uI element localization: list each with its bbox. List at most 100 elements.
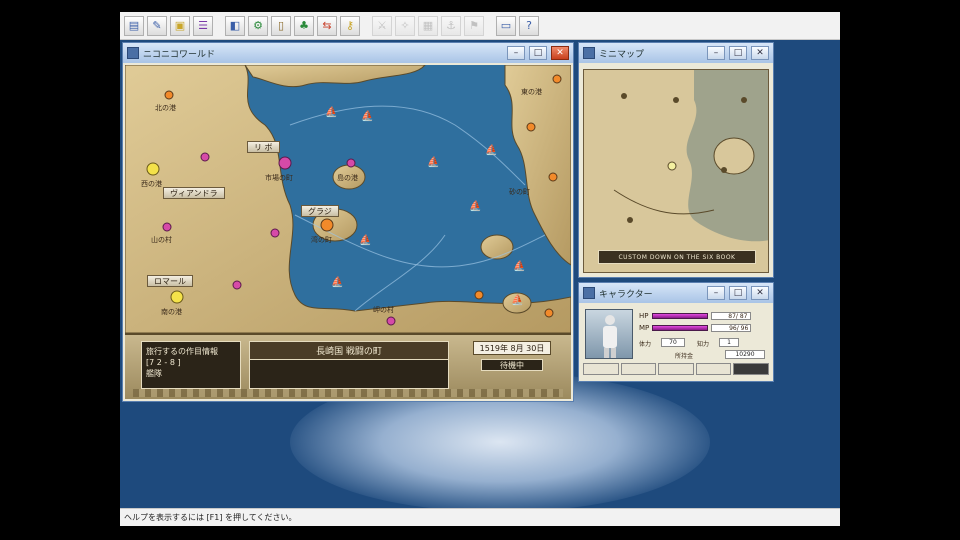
- ship-icon[interactable]: ⛵: [427, 157, 439, 168]
- minimize-button[interactable]: –: [707, 286, 725, 300]
- tree-icon: ♣: [299, 19, 309, 32]
- help-button[interactable]: ?: [519, 15, 539, 36]
- minimize-button[interactable]: –: [507, 46, 525, 60]
- hp-label: HP: [639, 311, 649, 320]
- save-button[interactable]: ◧: [225, 15, 245, 36]
- world-map[interactable]: 北の港 西の港 市場の町 山の村 南の港 東の港 湾の町 島の港 岬の村 砂の町…: [125, 65, 571, 333]
- ship-icon[interactable]: ⛵: [469, 201, 481, 212]
- window-title: ミニマップ: [599, 49, 645, 60]
- minimize-button[interactable]: –: [707, 46, 725, 60]
- character-tab[interactable]: [695, 363, 732, 375]
- character-portrait[interactable]: [585, 309, 633, 359]
- maximize-button[interactable]: □: [729, 46, 747, 60]
- exchange-button[interactable]: ⇆: [317, 15, 337, 36]
- island: [480, 234, 514, 260]
- window-icon: [583, 47, 595, 59]
- ship-icon[interactable]: ⛵: [331, 277, 343, 288]
- city-label: 山の村: [151, 236, 172, 244]
- page-button[interactable]: ▤: [124, 15, 144, 36]
- city-marker: [526, 122, 536, 132]
- help-icon: ?: [526, 19, 532, 32]
- mini-map-window: ミニマップ – □ ✕ CUSTOM DOWN ON THE SIX BOOK: [578, 42, 774, 278]
- tree-button[interactable]: ♣: [294, 15, 314, 36]
- fleet-status: 待機中: [481, 359, 543, 371]
- character-tab[interactable]: [733, 363, 769, 375]
- hp-row: HP 87/ 87: [639, 311, 751, 320]
- map-icon: ▦: [422, 19, 434, 32]
- character-tab[interactable]: [620, 363, 657, 375]
- maximize-button[interactable]: □: [729, 286, 747, 300]
- ship-icon[interactable]: ⛵: [485, 145, 497, 156]
- flag-icon: ⚑: [469, 19, 479, 32]
- close-button[interactable]: ✕: [751, 46, 769, 60]
- city-marker: [270, 228, 280, 238]
- ship-icon[interactable]: ⛵: [513, 261, 525, 272]
- world-map-window: ニコニコワールド – □ ✕ 北の港 西の港 市場の町 山の村 南の港 東の港 …: [122, 42, 574, 402]
- anchor-icon: ⚓: [446, 19, 456, 32]
- character-tab[interactable]: [583, 363, 619, 375]
- ship-icon[interactable]: ⛵: [511, 295, 523, 306]
- region-banner: グラジ: [301, 205, 339, 217]
- attr-label: 体力: [639, 341, 652, 348]
- list-icon: ☰: [198, 19, 208, 32]
- world-map-titlebar[interactable]: ニコニコワールド – □ ✕: [123, 43, 573, 63]
- city-label: 砂の町: [509, 188, 530, 196]
- mini-map[interactable]: CUSTOM DOWN ON THE SIX BOOK: [583, 69, 769, 273]
- sword-button[interactable]: ⚔: [372, 15, 392, 36]
- gear-button[interactable]: ⚙: [248, 15, 268, 36]
- mini-city: [673, 97, 679, 103]
- money-value: 10290: [725, 350, 765, 359]
- location-name: 長崎国 戦闘の町: [250, 342, 448, 360]
- chest-button[interactable]: ▣: [170, 15, 190, 36]
- city-marker: [386, 316, 396, 326]
- anchor-button[interactable]: ⚓: [441, 15, 461, 36]
- compass-button[interactable]: ✧: [395, 15, 415, 36]
- close-button[interactable]: ✕: [551, 46, 569, 60]
- fleet-line: 旅行するの作目情報: [146, 347, 218, 356]
- flag-button[interactable]: ⚑: [464, 15, 484, 36]
- list-button[interactable]: ☰: [193, 15, 213, 36]
- mini-map-titlebar[interactable]: ミニマップ – □ ✕: [579, 43, 773, 63]
- scroll-button[interactable]: ✎: [147, 15, 167, 36]
- game-client: ▤ ✎ ▣ ☰ ◧ ⚙ ▯ ♣ ⇆ ⚷ ⚔ ✧ ▦ ⚓ ⚑ ▭? ニコニコワールド – □ ✕: [120, 12, 840, 526]
- window-button[interactable]: ▭: [496, 15, 516, 36]
- city-label: 南の港: [161, 308, 182, 316]
- hp-value: 87/ 87: [710, 311, 751, 320]
- mp-row: MP 96/ 96: [639, 323, 752, 332]
- page-icon: ▤: [128, 19, 140, 32]
- status-text: ヘルプを表示するには [F1] を押してください。: [124, 513, 297, 522]
- book-button[interactable]: ▯: [271, 15, 291, 36]
- close-button[interactable]: ✕: [751, 286, 769, 300]
- chest-icon: ▣: [174, 19, 186, 32]
- mp-value: 96/ 96: [711, 323, 752, 332]
- info-panel: 旅行するの作目情報 [7 2 - 8 ] 艦隊 長崎国 戦闘の町 1519年 8…: [125, 333, 571, 399]
- attr-label: 知力: [697, 341, 710, 348]
- character-tab[interactable]: [658, 363, 694, 375]
- window-icon: [127, 47, 139, 59]
- ship-icon[interactable]: ⛵: [325, 107, 337, 118]
- map-button[interactable]: ▦: [418, 15, 438, 36]
- character-window: キャラクター – □ ✕ HP 87/ 87 MP 96/ 96 体力 70 知…: [578, 282, 774, 382]
- city-marker: [164, 90, 174, 100]
- ship-icon[interactable]: ⛵: [361, 111, 373, 122]
- ship-icon[interactable]: ⛵: [359, 235, 371, 246]
- city-label: 東の港: [521, 88, 542, 96]
- city-marker: [170, 290, 184, 304]
- city-label: 岬の村: [373, 306, 394, 314]
- key-button[interactable]: ⚷: [340, 15, 360, 36]
- city-marker: [162, 222, 172, 232]
- window-icon: [583, 287, 595, 299]
- mini-map-caption: CUSTOM DOWN ON THE SIX BOOK: [598, 250, 756, 264]
- character-titlebar[interactable]: キャラクター – □ ✕: [579, 283, 773, 303]
- window-title: ニコニコワールド: [143, 49, 216, 60]
- gear-icon: ⚙: [253, 19, 263, 32]
- city-marker: [552, 74, 562, 84]
- exchange-icon: ⇆: [322, 19, 332, 32]
- attr-value: 1: [719, 338, 739, 347]
- mini-city: [621, 93, 627, 99]
- maximize-button[interactable]: □: [529, 46, 547, 60]
- sword-icon: ⚔: [377, 19, 387, 32]
- city-marker: [346, 158, 356, 168]
- mini-city: [667, 161, 677, 171]
- fleet-line: 艦隊: [146, 369, 162, 378]
